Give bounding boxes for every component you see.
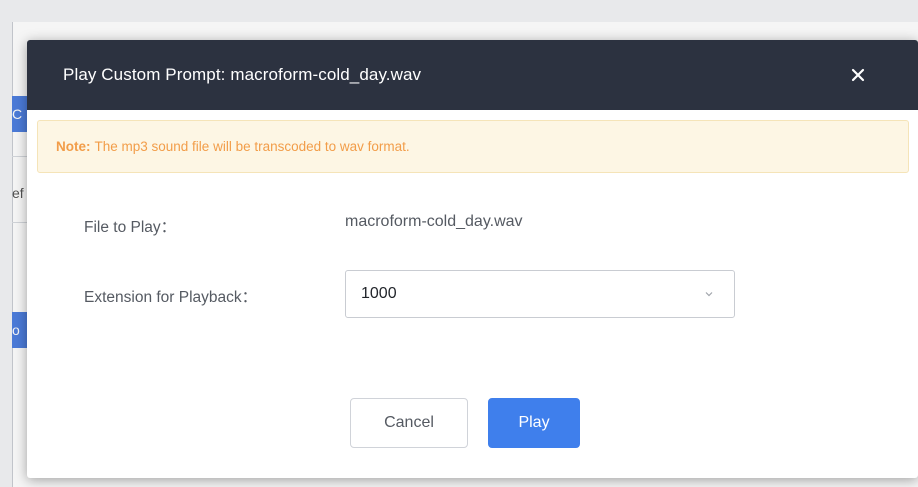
play-custom-prompt-dialog: Play Custom Prompt: macroform-cold_day.w… [27,40,918,478]
file-to-play-label: File to Play： [84,219,177,236]
note-label: Note: [56,139,91,154]
play-button[interactable]: Play [488,398,580,448]
file-to-play-value: macroform-cold_day.wav [345,213,523,230]
cancel-button[interactable]: Cancel [350,398,468,448]
note-text: The mp3 sound file will be transcoded to… [94,139,410,154]
note-banner: Note: The mp3 sound file will be transco… [37,120,909,173]
extension-select[interactable]: 1000 [345,270,735,318]
dialog-header: Play Custom Prompt: macroform-cold_day.w… [27,40,918,110]
close-icon[interactable] [846,64,870,86]
extension-selected-value: 1000 [361,285,397,302]
chevron-down-icon [705,292,713,297]
extension-label: Extension for Playback： [84,289,258,306]
dialog-title: Play Custom Prompt: macroform-cold_day.w… [63,65,422,84]
close-icon-glyph [851,68,865,82]
